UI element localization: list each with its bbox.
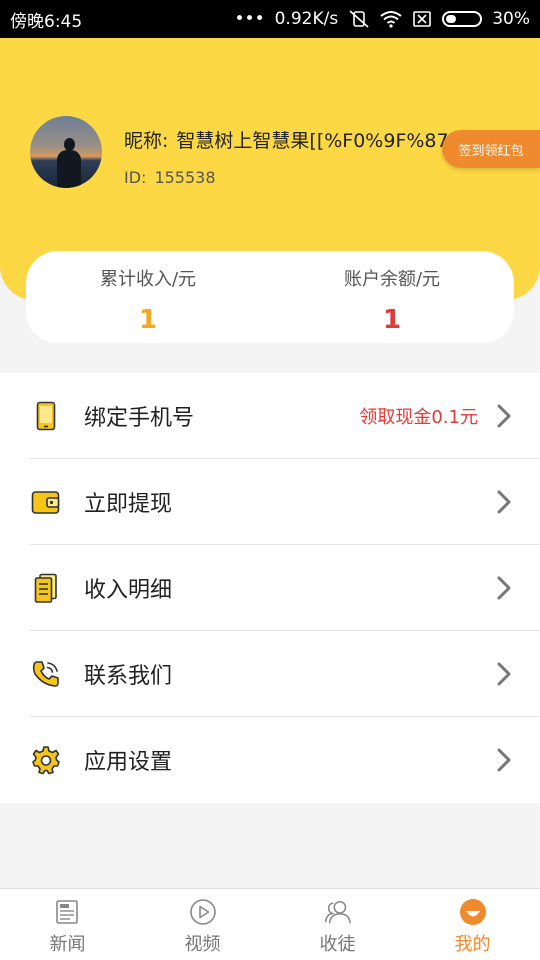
menu-bind-phone-label: 绑定手机号 bbox=[84, 406, 195, 431]
phone-icon bbox=[30, 400, 62, 432]
news-icon bbox=[53, 897, 83, 927]
balance-value: 1 bbox=[382, 305, 402, 335]
tab-news-label: 新闻 bbox=[49, 934, 86, 955]
document-icon bbox=[30, 572, 62, 604]
menu-contact-us[interactable]: 联系我们 bbox=[0, 631, 540, 717]
chevron-right-icon bbox=[494, 745, 514, 775]
total-income-value: 1 bbox=[138, 305, 158, 335]
tab-apprentice-label: 收徒 bbox=[319, 934, 356, 955]
tab-mine-label: 我的 bbox=[454, 934, 491, 955]
menu-withdraw[interactable]: 立即提现 bbox=[0, 459, 540, 545]
avatar[interactable] bbox=[30, 116, 102, 188]
user-id-label: ID: bbox=[124, 168, 147, 187]
balance-label: 账户余额/元 bbox=[343, 269, 441, 290]
battery-level: 30% bbox=[492, 9, 530, 29]
settings-menu: 绑定手机号 领取现金0.1元 立即提现 收入明细 联系我们 应用设置 bbox=[0, 373, 540, 803]
menu-app-settings[interactable]: 应用设置 bbox=[0, 717, 540, 803]
wifi-icon bbox=[380, 10, 402, 28]
tab-video[interactable]: 视频 bbox=[135, 889, 270, 960]
play-icon bbox=[188, 897, 218, 927]
menu-contact-us-label: 联系我们 bbox=[84, 664, 173, 689]
gear-icon bbox=[30, 744, 62, 776]
no-sim-icon bbox=[412, 10, 432, 28]
status-indicators: ••• 0.92K/s 30% bbox=[235, 9, 530, 29]
total-income-label: 累计收入/元 bbox=[99, 269, 197, 290]
stats-card: 累计收入/元 1 账户余额/元 1 bbox=[26, 251, 514, 343]
menu-app-settings-label: 应用设置 bbox=[84, 750, 173, 775]
vibrate-off-icon bbox=[348, 9, 370, 29]
user-id-value: 155538 bbox=[154, 168, 216, 187]
user-id-row: ID: 155538 bbox=[124, 168, 216, 187]
chevron-right-icon bbox=[494, 401, 514, 431]
tab-mine[interactable]: 我的 bbox=[405, 889, 540, 960]
chevron-right-icon bbox=[494, 573, 514, 603]
menu-withdraw-label: 立即提现 bbox=[84, 492, 173, 517]
menu-income-details-label: 收入明细 bbox=[84, 578, 173, 603]
signin-redpacket-button[interactable]: 签到领红包 bbox=[442, 130, 540, 168]
users-icon bbox=[323, 897, 353, 927]
balance-stat[interactable]: 账户余额/元 1 bbox=[270, 251, 514, 343]
network-speed: 0.92K/s bbox=[274, 9, 339, 29]
bottom-tab-bar: 新闻 视频 收徒 我的 bbox=[0, 888, 540, 960]
tab-video-label: 视频 bbox=[184, 934, 221, 955]
status-bar: 傍晚6:45 ••• 0.92K/s 30% bbox=[0, 0, 540, 38]
profile-face-icon bbox=[458, 897, 488, 927]
battery-icon bbox=[442, 11, 483, 27]
wallet-icon bbox=[30, 486, 62, 518]
menu-income-details[interactable]: 收入明细 bbox=[0, 545, 540, 631]
tab-apprentice[interactable]: 收徒 bbox=[270, 889, 405, 960]
more-dots-icon: ••• bbox=[234, 9, 265, 29]
menu-bind-phone-reward: 领取现金0.1元 bbox=[359, 407, 478, 428]
chevron-right-icon bbox=[494, 487, 514, 517]
nickname-label: 昵称: bbox=[124, 130, 169, 152]
total-income-stat[interactable]: 累计收入/元 1 bbox=[26, 251, 270, 343]
status-time: 傍晚6:45 bbox=[10, 11, 83, 32]
tab-news[interactable]: 新闻 bbox=[0, 889, 135, 960]
menu-bind-phone[interactable]: 绑定手机号 领取现金0.1元 bbox=[0, 373, 540, 459]
phone-call-icon bbox=[30, 658, 62, 690]
chevron-right-icon bbox=[494, 659, 514, 689]
